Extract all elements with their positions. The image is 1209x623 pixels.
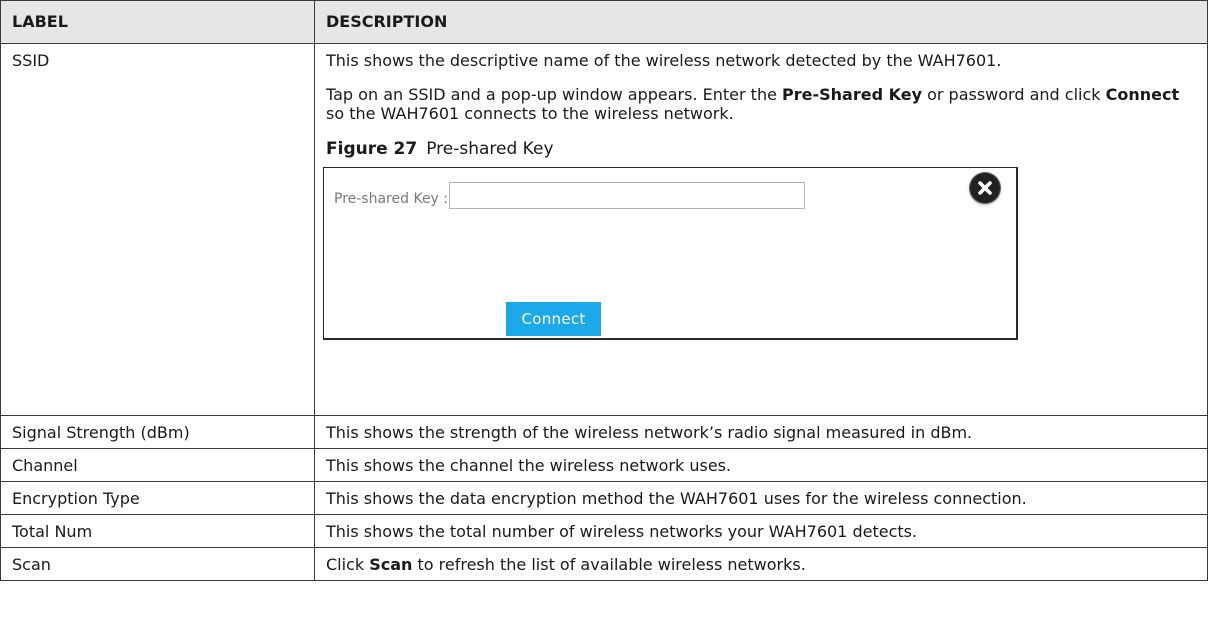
close-icon-glyph: [978, 181, 992, 195]
figure-title: Pre-shared Key: [426, 139, 554, 159]
table-row: Scan Click Scan to refresh the list of a…: [0, 547, 1208, 581]
row-label: Scan: [0, 547, 315, 581]
row-description: This shows the strength of the wireless …: [314, 415, 1208, 449]
figure-caption: Figure 27 Pre-shared Key: [326, 139, 1199, 159]
text-fragment: Tap on an SSID and a pop-up window appea…: [326, 85, 783, 104]
text-fragment: to refresh the list of available wireles…: [412, 555, 806, 574]
psk-input[interactable]: [449, 182, 805, 209]
row-label: SSID: [0, 43, 315, 416]
psk-label: Pre-shared Key :: [334, 191, 449, 207]
term-pre-shared-key: Pre-Shared Key: [782, 85, 922, 104]
table-row: SSID This shows the descriptive name of …: [0, 43, 1208, 416]
close-icon[interactable]: [970, 173, 1000, 203]
text-fragment: Click: [326, 555, 370, 574]
description-table: LABEL DESCRIPTION SSID This shows the de…: [0, 0, 1208, 581]
row-label: Total Num: [0, 514, 315, 548]
row-label: Channel: [0, 448, 315, 482]
ssid-description-para2: Tap on an SSID and a pop-up window appea…: [326, 85, 1199, 123]
row-description: Click Scan to refresh the list of availa…: [314, 547, 1208, 581]
row-description: This shows the descriptive name of the w…: [314, 43, 1208, 416]
figure-number: Figure 27: [326, 139, 418, 159]
row-label: Signal Strength (dBm): [0, 415, 315, 449]
term-connect: Connect: [1105, 85, 1180, 104]
table-row: Signal Strength (dBm) This shows the str…: [0, 415, 1208, 449]
row-description: This shows the channel the wireless netw…: [314, 448, 1208, 482]
header-label: LABEL: [0, 0, 315, 44]
row-description: This shows the total number of wireless …: [314, 514, 1208, 548]
row-label: Encryption Type: [0, 481, 315, 515]
text-fragment: so the WAH7601 connects to the wireless …: [326, 104, 734, 123]
header-description: DESCRIPTION: [314, 0, 1208, 44]
term-scan: Scan: [369, 555, 413, 574]
table-row: Channel This shows the channel the wirel…: [0, 448, 1208, 482]
connect-button[interactable]: Connect: [506, 302, 601, 336]
table-header-row: LABEL DESCRIPTION: [0, 0, 1208, 44]
table-row: Total Num This shows the total number of…: [0, 514, 1208, 548]
table-row: Encryption Type This shows the data encr…: [0, 481, 1208, 515]
row-description: This shows the data encryption method th…: [314, 481, 1208, 515]
pre-shared-key-dialog: Pre-shared Key : Connect: [323, 167, 1018, 340]
text-fragment: or password and click: [922, 85, 1106, 104]
ssid-description-para1: This shows the descriptive name of the w…: [326, 51, 1002, 70]
